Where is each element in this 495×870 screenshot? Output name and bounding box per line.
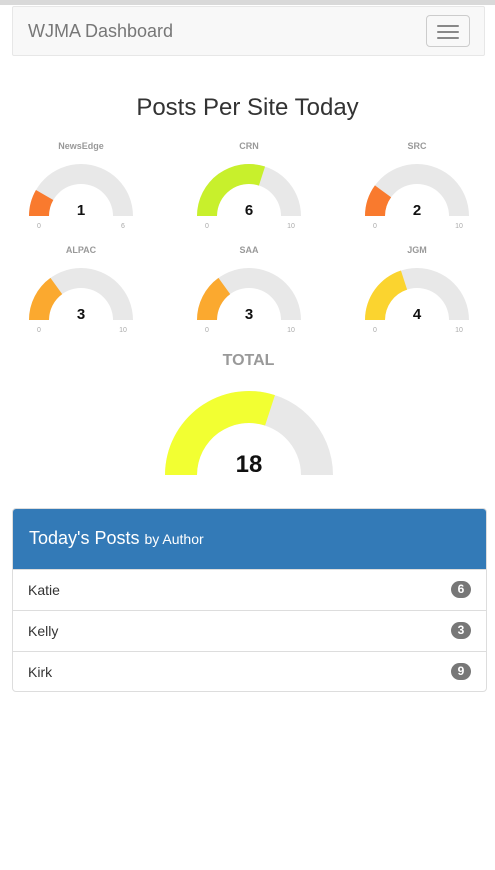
site-src-gauge-max: 10 xyxy=(455,223,463,230)
site-crn-gauge-title: CRN xyxy=(239,141,259,151)
author-name: Katie xyxy=(28,582,60,598)
site-newsedge-gauge: NewsEdge 1 0 6 xyxy=(29,141,133,230)
site-newsedge-gauge-min: 0 xyxy=(37,223,41,230)
author-posts-panel: Today's Posts by Author Katie 6 Kelly 3 … xyxy=(12,508,487,692)
site-src-gauge-value: 2 xyxy=(413,202,421,219)
site-jgm-gauge-max: 10 xyxy=(455,327,463,334)
site-saa-gauge-title: SAA xyxy=(239,245,259,255)
count-badge: 9 xyxy=(451,663,471,680)
count-badge: 3 xyxy=(451,622,471,639)
site-crn-gauge-fill xyxy=(197,164,266,216)
site-src-gauge-min: 0 xyxy=(373,223,377,230)
top-border xyxy=(0,0,495,5)
site-jgm-gauge-title: JGM xyxy=(407,245,427,255)
site-crn-gauge-min: 0 xyxy=(205,223,209,230)
site-src-gauge: SRC 2 0 10 xyxy=(365,141,469,230)
site-alpac-gauge-max: 10 xyxy=(119,327,127,334)
site-saa-gauge: SAA 3 0 10 xyxy=(197,245,301,334)
site-crn-gauge-max: 10 xyxy=(287,223,295,230)
total-gauge: 18 xyxy=(165,391,333,478)
navbar-brand[interactable]: WJMA Dashboard xyxy=(28,21,173,42)
site-saa-gauge-min: 0 xyxy=(205,327,209,334)
list-item[interactable]: Kelly 3 xyxy=(13,610,486,651)
site-src-gauge-title: SRC xyxy=(407,141,427,151)
navbar: WJMA Dashboard xyxy=(12,6,485,56)
site-saa-gauge-max: 10 xyxy=(287,327,295,334)
site-crn-gauge-value: 6 xyxy=(245,202,253,219)
site-alpac-gauge-title: ALPAC xyxy=(66,245,97,255)
site-jgm-gauge-fill xyxy=(365,270,408,320)
site-alpac-gauge-min: 0 xyxy=(37,327,41,334)
site-crn-gauge: CRN 6 0 10 xyxy=(197,141,301,230)
site-alpac-gauge: ALPAC 3 0 10 xyxy=(29,245,133,334)
panel-heading: Today's Posts by Author xyxy=(13,509,486,569)
site-newsedge-gauge-title: NewsEdge xyxy=(58,141,104,151)
site-jgm-gauge-min: 0 xyxy=(373,327,377,334)
panel-subtitle: by Author xyxy=(144,531,204,547)
author-name: Kirk xyxy=(28,664,53,680)
total-gauge-value: 18 xyxy=(236,451,263,478)
list-item[interactable]: Katie 6 xyxy=(13,569,486,610)
panel-title: Today's Posts xyxy=(29,528,140,548)
site-newsedge-gauge-value: 1 xyxy=(77,202,85,219)
section-title: Posts Per Site Today xyxy=(136,94,359,121)
navbar-toggle-button[interactable] xyxy=(426,15,470,47)
total-label: TOTAL xyxy=(222,352,275,369)
site-jgm-gauge-value: 4 xyxy=(413,306,422,323)
site-saa-gauge-value: 3 xyxy=(245,306,253,323)
list-item[interactable]: Kirk 9 xyxy=(13,651,486,691)
author-name: Kelly xyxy=(28,623,59,639)
count-badge: 6 xyxy=(451,581,471,598)
site-alpac-gauge-value: 3 xyxy=(77,306,85,323)
site-jgm-gauge: JGM 4 0 10 xyxy=(365,245,469,334)
site-newsedge-gauge-max: 6 xyxy=(121,223,125,230)
